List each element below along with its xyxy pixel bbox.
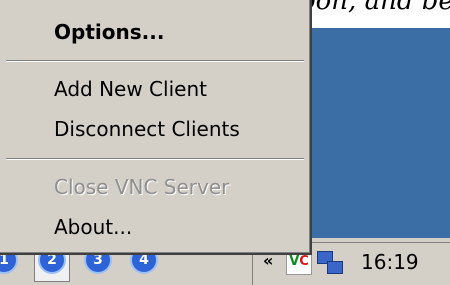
network-monitor-front xyxy=(327,261,343,274)
network-connection-icon[interactable] xyxy=(317,249,343,275)
menu-item-add-new-client[interactable]: Add New Client xyxy=(54,77,207,101)
menu-item-disconnect-clients[interactable]: Disconnect Clients xyxy=(54,117,240,141)
menu-separator xyxy=(6,60,304,62)
menu-item-about[interactable]: About... xyxy=(54,215,132,239)
vnc-icon-letter-v: V xyxy=(289,254,300,269)
clock[interactable]: 16:19 xyxy=(361,250,419,274)
desktop-area xyxy=(300,28,450,238)
menu-separator xyxy=(6,158,304,160)
vnc-tray-context-menu: Options... Add New Client Disconnect Cli… xyxy=(0,0,312,255)
background-document-text: oon, and be seen - a di view xyxy=(300,0,450,16)
vnc-icon-letter-c: C xyxy=(299,254,309,269)
menu-item-close-vnc-server: Close VNC Server xyxy=(54,175,230,199)
menu-item-options[interactable]: Options... xyxy=(54,20,164,44)
